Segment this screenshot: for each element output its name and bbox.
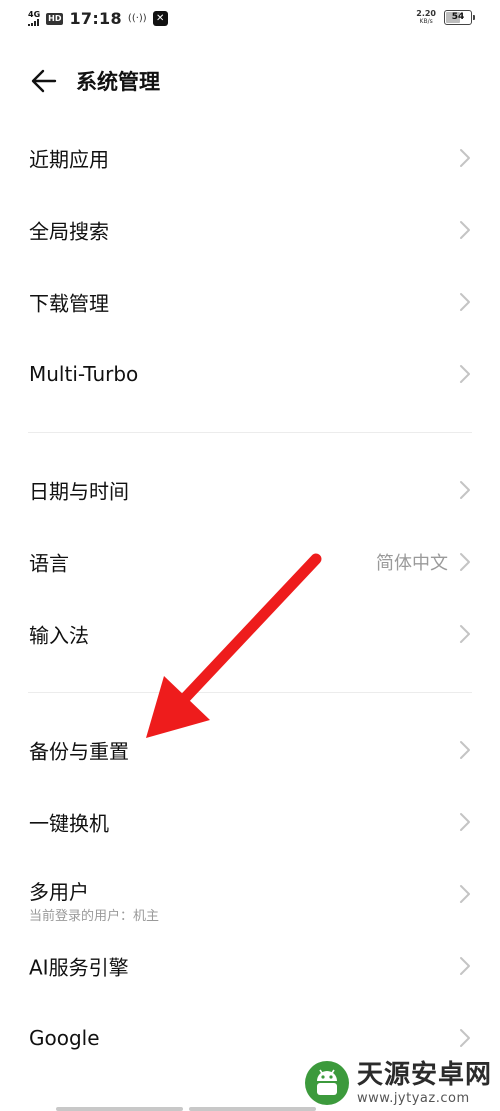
settings-item-input-method[interactable]: 输入法: [0, 598, 500, 670]
status-bar-right: 2.20 KB/s 54: [416, 9, 475, 26]
chevron-right-icon: [460, 221, 470, 239]
chevron-right-icon: [460, 365, 470, 383]
settings-item-date-time[interactable]: 日期与时间: [0, 454, 500, 526]
section-divider: [0, 410, 500, 454]
network-speed: 2.20 KB/s: [416, 9, 436, 26]
settings-item-label: 备份与重置: [29, 739, 129, 764]
network-type: 4G: [28, 10, 41, 19]
signal-bars: [28, 19, 39, 26]
status-bar: 4G HD 17:18 ((·)) ✕ 2.20 KB/s 54: [0, 0, 500, 40]
chevron-right-icon: [460, 553, 470, 571]
watermark-url: www.jytyaz.com: [356, 1090, 470, 1106]
chevron-right-icon: [460, 885, 470, 903]
chevron-right-icon: [460, 293, 470, 311]
settings-item-label: 近期应用: [29, 147, 109, 172]
settings-item-label: Multi-Turbo: [29, 362, 139, 386]
chevron-right-icon: [460, 149, 470, 167]
language-value: 简体中文: [376, 553, 448, 574]
network-speed-unit: KB/s: [419, 18, 433, 25]
chevron-right-icon: [460, 813, 470, 831]
status-time: 17:18: [69, 9, 122, 28]
settings-item-label: Google: [29, 1026, 100, 1050]
arrow-left-icon[interactable]: [30, 67, 58, 95]
settings-item-multi-turbo[interactable]: Multi-Turbo: [0, 338, 500, 410]
settings-item-label: AI服务引擎: [29, 955, 129, 980]
chevron-right-icon: [460, 625, 470, 643]
settings-item-recent-apps[interactable]: 近期应用: [0, 122, 500, 194]
settings-item-label: 下载管理: [29, 291, 109, 316]
settings-item-label: 多用户: [29, 880, 89, 904]
chevron-right-icon: [460, 481, 470, 499]
app-header: 系统管理: [0, 40, 500, 120]
settings-item-label: 输入法: [29, 623, 89, 648]
battery-icon: 54: [444, 10, 475, 25]
home-indicator: [56, 1107, 316, 1111]
app-notification-icon: ✕: [152, 11, 168, 26]
watermark-text: 天源安卓网 www.jytyaz.com: [357, 1062, 492, 1105]
settings-list: 近期应用 全局搜索 下载管理 Multi-Turbo 日期与时间 语言 简体中文…: [0, 122, 500, 1074]
watermark-name: 天源安卓网: [356, 1059, 492, 1090]
chevron-right-icon: [460, 1029, 470, 1047]
page-title: 系统管理: [76, 70, 160, 94]
status-bar-left: 4G HD 17:18 ((·)) ✕: [28, 9, 168, 28]
battery-level: 54: [451, 12, 465, 22]
chevron-right-icon: [460, 741, 470, 759]
settings-item-download-management[interactable]: 下载管理: [0, 266, 500, 338]
hotspot-icon: ((·)): [127, 13, 147, 24]
settings-item-multi-user[interactable]: 多用户 当前登录的用户：机主: [0, 858, 500, 930]
android-robot-logo-icon: [304, 1061, 349, 1105]
settings-item-label: 日期与时间: [29, 479, 129, 504]
chevron-right-icon: [460, 957, 470, 975]
settings-item-label: 语言: [29, 551, 69, 576]
site-watermark: 天源安卓网 www.jytyaz.com: [303, 1059, 492, 1107]
settings-item-label: 一键换机: [29, 811, 109, 836]
settings-item-label: 全局搜索: [29, 219, 109, 244]
settings-item-subtitle: 当前登录的用户：机主: [29, 909, 160, 924]
settings-item-backup-reset[interactable]: 备份与重置: [0, 714, 500, 786]
settings-item-global-search[interactable]: 全局搜索: [0, 194, 500, 266]
network-speed-value: 2.20: [416, 9, 436, 18]
section-divider: [0, 670, 500, 714]
hd-voice-icon: HD: [46, 12, 64, 25]
settings-item-ai-service-engine[interactable]: AI服务引擎: [0, 930, 500, 1002]
cellular-signal-icon: 4G: [28, 11, 40, 26]
settings-item-language[interactable]: 语言 简体中文: [0, 526, 500, 598]
settings-item-phone-clone[interactable]: 一键换机: [0, 786, 500, 858]
